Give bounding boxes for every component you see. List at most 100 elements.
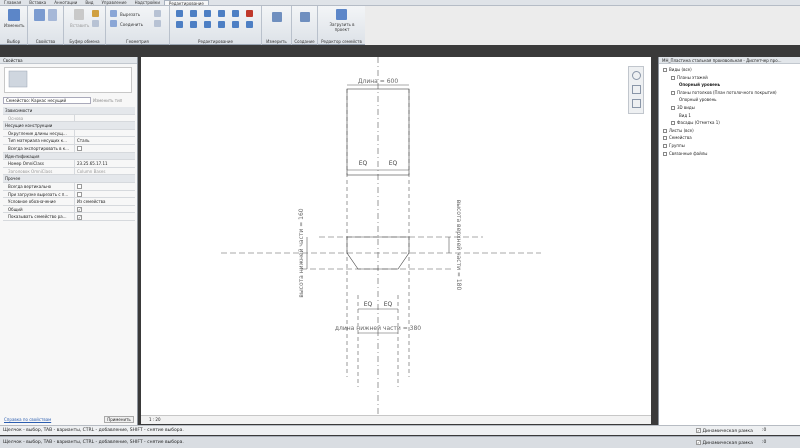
apply-button[interactable]: Применить bbox=[104, 416, 134, 423]
copy-element-icon[interactable] bbox=[190, 21, 197, 28]
family-type-dropdown[interactable]: Семейство: Каркас несущий bbox=[3, 97, 91, 104]
browser-tree-item[interactable]: Связанные файлы bbox=[663, 151, 707, 156]
browser-tree-item[interactable]: Семейства bbox=[663, 135, 692, 141]
property-category[interactable]: Идентификация bbox=[3, 152, 135, 161]
steering-wheel-icon[interactable] bbox=[632, 71, 641, 80]
expand-toggle-icon[interactable] bbox=[663, 68, 667, 72]
split-icon[interactable] bbox=[232, 10, 239, 17]
cut-button[interactable]: Вырезать bbox=[120, 12, 140, 17]
expand-toggle-icon[interactable] bbox=[671, 106, 675, 110]
property-checkbox-cell[interactable] bbox=[75, 145, 135, 152]
expand-toggle-icon[interactable] bbox=[671, 75, 675, 80]
property-checkbox[interactable] bbox=[77, 214, 82, 220]
property-checkbox[interactable] bbox=[77, 146, 82, 152]
property-value[interactable]: Column Bases bbox=[75, 168, 135, 175]
dim-height-lower-label[interactable]: высота нижней части = 160 bbox=[298, 208, 305, 297]
split-face-icon[interactable] bbox=[110, 20, 117, 27]
tab-view[interactable]: Вид bbox=[81, 0, 97, 5]
property-value[interactable]: Из семейства bbox=[75, 198, 135, 205]
browser-tree-item[interactable]: Вид 1 bbox=[679, 113, 691, 118]
dim-eq-bottom-right-label[interactable]: EQ bbox=[384, 301, 393, 308]
wall-joins-icon[interactable] bbox=[154, 20, 161, 27]
cope-icon[interactable] bbox=[110, 10, 117, 17]
property-checkbox-cell[interactable] bbox=[75, 191, 135, 198]
property-value[interactable]: 23.25.65.17.11 bbox=[75, 160, 135, 167]
expand-toggle-icon[interactable] bbox=[663, 144, 667, 148]
browser-tree-item[interactable]: Группы bbox=[663, 143, 685, 148]
mirror-axis-icon[interactable] bbox=[204, 10, 211, 17]
expand-toggle-icon[interactable] bbox=[663, 151, 667, 156]
dynamic-frame-checkbox-lower[interactable] bbox=[696, 440, 701, 445]
tab-addins[interactable]: Надстройки bbox=[131, 0, 164, 5]
browser-tree-item[interactable]: Фасады (Отметка 1) bbox=[671, 120, 720, 126]
load-into-project-icon[interactable] bbox=[336, 9, 347, 20]
browser-tree-item[interactable]: 3D виды bbox=[671, 105, 695, 110]
tab-annotate[interactable]: Аннотации bbox=[50, 0, 81, 5]
properties-icon[interactable] bbox=[34, 9, 45, 21]
drawing-canvas[interactable]: Длина = 600 EQ EQ EQ EQ длина нижней час… bbox=[141, 57, 651, 415]
property-value[interactable]: Сталь bbox=[75, 137, 135, 144]
property-checkbox-cell[interactable] bbox=[75, 206, 135, 213]
dim-length-lower-label[interactable]: длина нижней части = 380 bbox=[335, 325, 421, 332]
property-checkbox-cell[interactable] bbox=[75, 213, 135, 220]
dim-eq-bottom-left-label[interactable]: EQ bbox=[364, 301, 373, 308]
trim-icon[interactable] bbox=[218, 21, 225, 28]
expand-toggle-icon[interactable] bbox=[663, 128, 667, 133]
array-icon[interactable] bbox=[232, 21, 239, 28]
property-checkbox[interactable] bbox=[77, 192, 82, 198]
create-group-icon[interactable] bbox=[300, 12, 310, 22]
tab-manage[interactable]: Управление bbox=[97, 0, 130, 5]
modify-cursor-icon[interactable] bbox=[8, 9, 20, 21]
type-properties-icon[interactable] bbox=[48, 9, 57, 21]
dim-length-top-label[interactable]: Длина = 600 bbox=[358, 78, 398, 85]
property-category[interactable]: Зависимости bbox=[3, 107, 135, 115]
dynamic-frame-lower[interactable]: Динамическая рамка bbox=[696, 440, 753, 446]
expand-toggle-icon[interactable] bbox=[663, 136, 667, 141]
align-icon[interactable] bbox=[176, 10, 183, 17]
browser-tree-item[interactable]: Планы потолков (План потолочного покрыти… bbox=[671, 90, 777, 95]
browser-tree-item[interactable]: Виды (все) bbox=[663, 67, 692, 72]
dim-eq-top-left-label[interactable]: EQ bbox=[359, 160, 368, 167]
filter-icon-upper[interactable]: :0 bbox=[762, 428, 766, 433]
browser-tree-item[interactable]: Листы (все) bbox=[663, 128, 694, 133]
measure-icon[interactable] bbox=[272, 12, 282, 22]
modify-button[interactable]: Изменить bbox=[4, 23, 25, 28]
browser-tree-item[interactable]: Планы этажей bbox=[671, 75, 708, 80]
paste-button[interactable]: Вставить bbox=[70, 23, 89, 28]
expand-toggle-icon[interactable] bbox=[671, 90, 675, 95]
tab-insert[interactable]: Вставка bbox=[25, 0, 50, 5]
property-checkbox[interactable] bbox=[77, 184, 82, 190]
property-checkbox-cell[interactable] bbox=[75, 183, 135, 190]
properties-help-link[interactable]: Справка по свойствам bbox=[4, 417, 51, 422]
browser-tree-item[interactable]: Опорный уровень bbox=[679, 82, 720, 87]
filter-icon-lower[interactable]: :0 bbox=[762, 440, 766, 445]
browser-tree-item[interactable]: Опорный уровень bbox=[679, 97, 717, 102]
copy-icon[interactable] bbox=[92, 10, 99, 17]
mirror-draw-icon[interactable] bbox=[218, 10, 225, 17]
join-button[interactable]: Соединить bbox=[120, 22, 143, 27]
property-value[interactable] bbox=[75, 130, 135, 137]
scale-icon[interactable] bbox=[246, 21, 253, 28]
match-type-icon[interactable] bbox=[92, 20, 99, 27]
pan-icon[interactable] bbox=[632, 99, 641, 108]
offset-icon[interactable] bbox=[190, 10, 197, 17]
tab-modify[interactable]: Редактирование bbox=[163, 0, 209, 6]
paint-icon[interactable] bbox=[154, 10, 161, 17]
property-value[interactable] bbox=[75, 115, 135, 122]
load-into-project-button[interactable]: Загрузить в проект bbox=[324, 22, 360, 32]
dim-eq-top-right-label[interactable]: EQ bbox=[389, 160, 398, 167]
zoom-icon[interactable] bbox=[632, 85, 641, 94]
tab-home[interactable]: Главная bbox=[0, 0, 25, 5]
property-category[interactable]: Несущие конструкции bbox=[3, 122, 135, 130]
dim-height-upper-label[interactable]: высота верхней части = 180 bbox=[455, 200, 462, 291]
property-checkbox[interactable] bbox=[77, 207, 82, 213]
property-category[interactable]: Прочее bbox=[3, 175, 135, 183]
move-icon[interactable] bbox=[176, 21, 183, 28]
edit-type-button[interactable]: Изменить тип bbox=[93, 97, 122, 104]
view-scale[interactable]: 1 : 20 bbox=[149, 417, 161, 422]
expand-toggle-icon[interactable] bbox=[671, 121, 675, 126]
dynamic-frame-upper[interactable]: Динамическая рамка bbox=[696, 428, 753, 434]
rotate-icon[interactable] bbox=[204, 21, 211, 28]
drawing-svg[interactable]: Длина = 600 EQ EQ EQ EQ длина нижней час… bbox=[141, 57, 651, 415]
paste-icon[interactable] bbox=[74, 9, 84, 20]
